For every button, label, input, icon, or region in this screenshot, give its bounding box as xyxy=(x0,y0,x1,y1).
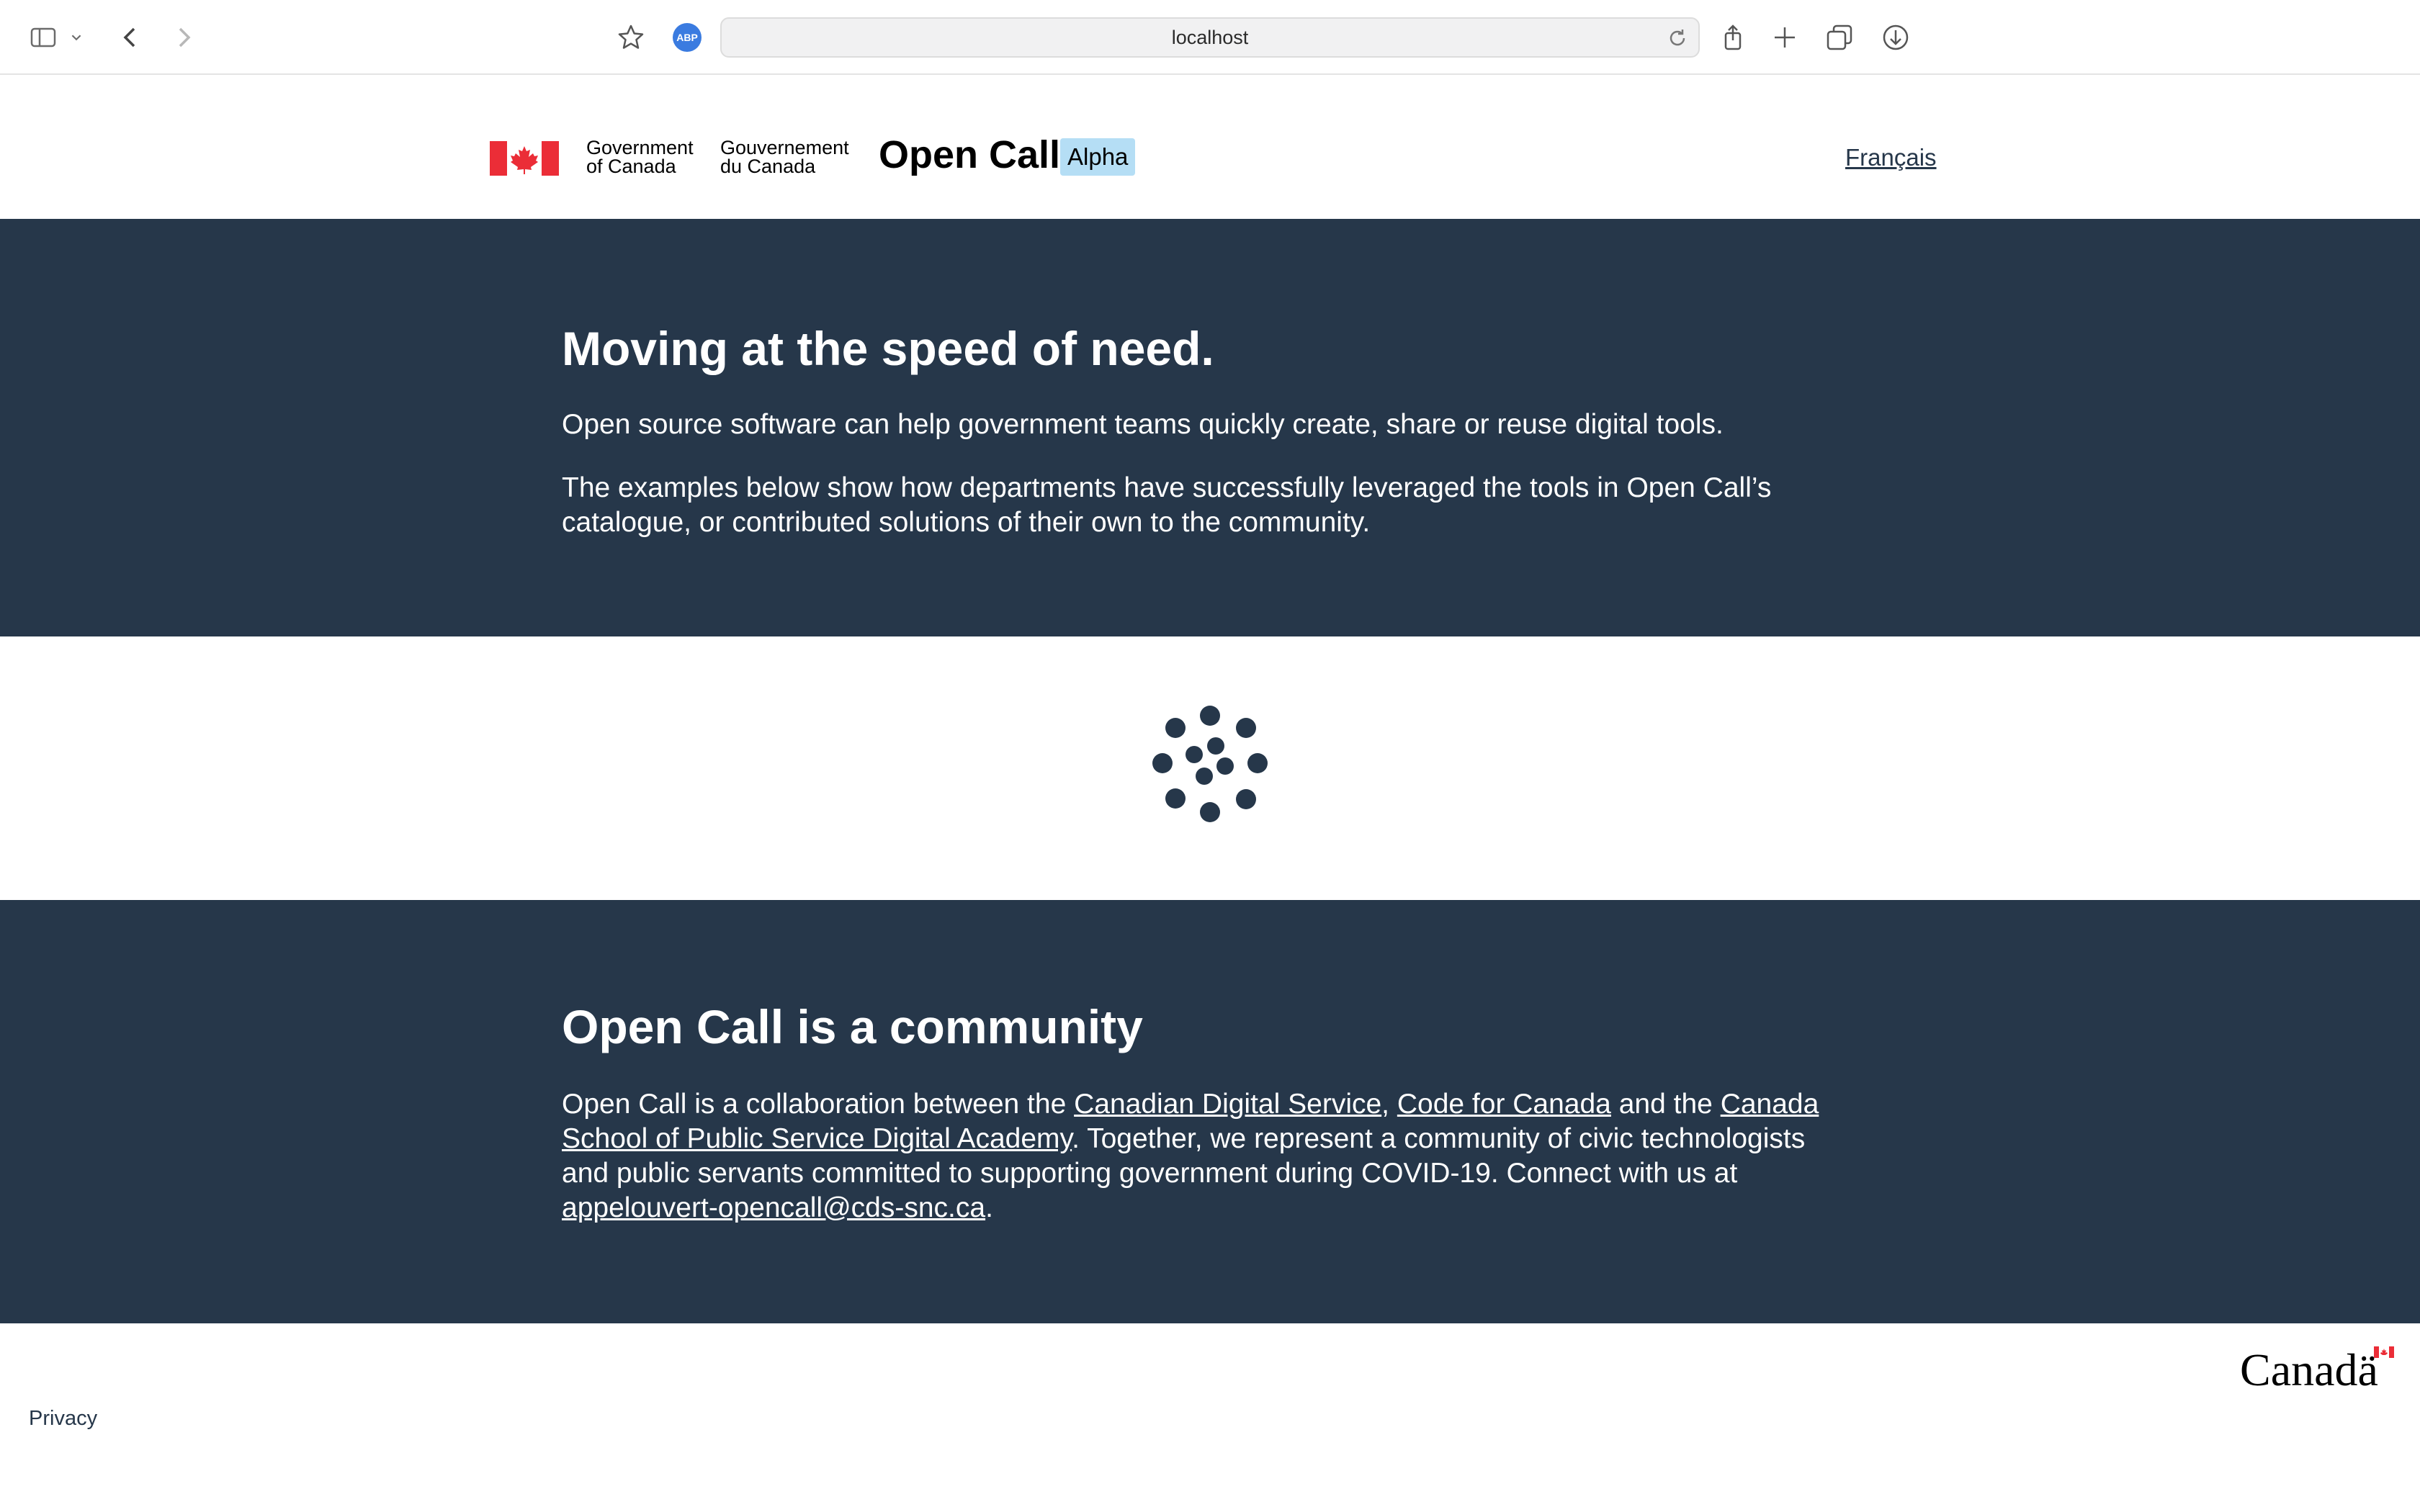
sidebar-toggle-icon[interactable] xyxy=(27,22,59,53)
community-text-end: . xyxy=(985,1192,993,1223)
gov-fr-line2: du Canada xyxy=(720,156,816,177)
site-header: Government of Canada Gouvernement du Can… xyxy=(0,75,2420,219)
privacy-link[interactable]: Privacy xyxy=(29,1407,97,1431)
hero-section: Moving at the speed of need. Open source… xyxy=(0,219,2420,636)
community-separator-2: and the xyxy=(1610,1089,1721,1120)
content-loading-area xyxy=(0,636,2420,900)
hero-paragraph-1: Open source software can help government… xyxy=(562,409,1724,440)
canadian-digital-service-link[interactable]: Canadian Digital Service xyxy=(1074,1089,1381,1120)
gov-fr-line1: Gouvernement xyxy=(720,137,849,158)
tab-overview-icon[interactable] xyxy=(1824,22,1855,53)
adblock-icon[interactable]: ABP xyxy=(673,23,702,52)
url-text: localhost xyxy=(1171,26,1249,48)
government-of-canada-signature: Government of Canada xyxy=(586,138,694,176)
hero-paragraph-2: The examples below show how departments … xyxy=(562,472,1772,538)
community-paragraph: Open Call is a collaboration between the… xyxy=(562,1087,1829,1225)
canada-wordmark-text: Canadä xyxy=(2240,1344,2378,1395)
browser-toolbar: ABP localhost xyxy=(0,0,2420,75)
alpha-badge: Alpha xyxy=(1060,138,1136,176)
canada-flag-icon xyxy=(490,141,559,176)
canada-wordmark: Canadä xyxy=(2240,1345,2394,1395)
share-icon[interactable] xyxy=(1717,22,1749,53)
hero-heading: Moving at the speed of need. xyxy=(562,322,1214,375)
site-footer: Privacy Canadä xyxy=(0,1323,2420,1512)
loading-spinner-icon xyxy=(1152,706,1268,822)
contact-email-link[interactable]: appelouvert-opencall@cds-snc.ca xyxy=(562,1192,985,1223)
site-title[interactable]: Open Call xyxy=(879,132,1060,177)
language-toggle-link[interactable]: Français xyxy=(1845,144,1937,171)
bookmark-star-icon[interactable] xyxy=(615,22,647,53)
address-bar[interactable]: localhost xyxy=(720,17,1700,58)
community-heading: Open Call is a community xyxy=(562,1000,1143,1053)
community-section: Open Call is a community Open Call is a … xyxy=(0,900,2420,1323)
forward-icon[interactable] xyxy=(167,22,199,53)
reload-icon[interactable] xyxy=(1667,27,1688,49)
downloads-icon[interactable] xyxy=(1880,22,1912,53)
chevron-down-icon[interactable] xyxy=(66,22,86,53)
canada-wordmark-flag-icon xyxy=(2374,1346,2394,1358)
code-for-canada-link[interactable]: Code for Canada xyxy=(1397,1089,1611,1120)
new-tab-icon[interactable] xyxy=(1769,22,1801,53)
community-text-intro: Open Call is a collaboration between the xyxy=(562,1089,1075,1120)
gouvernement-du-canada-signature: Gouvernement du Canada xyxy=(720,138,849,176)
gov-en-line1: Government xyxy=(586,137,694,158)
gov-en-line2: of Canada xyxy=(586,156,676,177)
community-separator-1: , xyxy=(1381,1089,1397,1120)
back-icon[interactable] xyxy=(115,22,147,53)
